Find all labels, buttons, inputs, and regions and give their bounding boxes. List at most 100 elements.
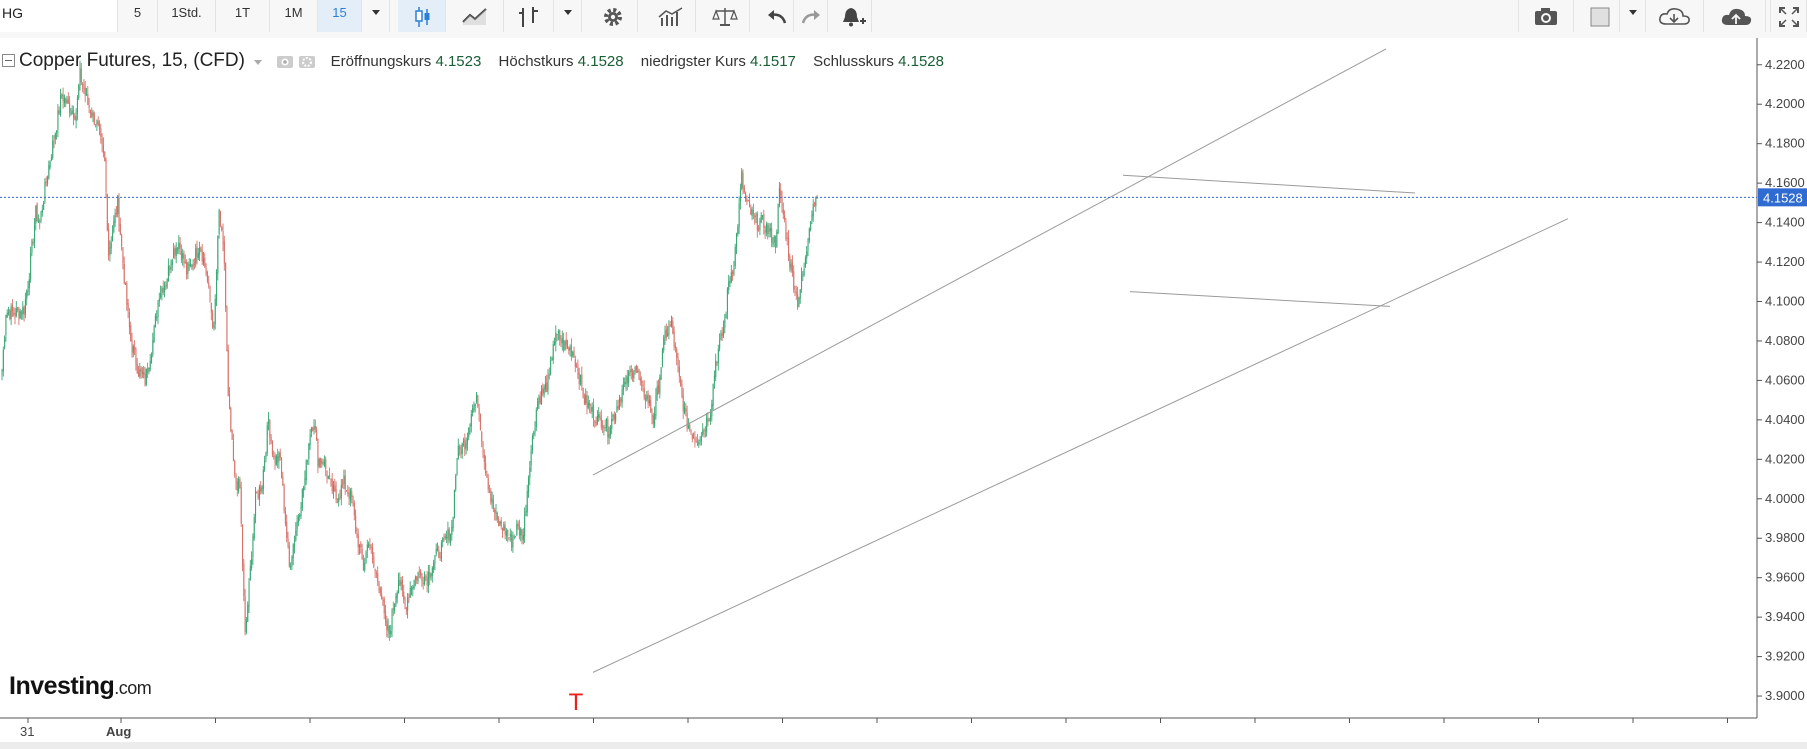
candle-body: [317, 438, 319, 467]
interval-1h-button[interactable]: 1Std.: [158, 0, 216, 32]
cloud-upload-button[interactable]: [1708, 0, 1766, 32]
candle-body: [693, 437, 695, 439]
candle: [378, 581, 380, 594]
candle-body: [450, 533, 452, 543]
alert-button[interactable]: [834, 0, 872, 32]
candle: [353, 500, 355, 521]
candle-body: [700, 436, 702, 441]
eye-icon[interactable]: [276, 54, 294, 70]
candle: [786, 232, 788, 246]
color-box-button[interactable]: [1580, 0, 1620, 32]
price-tick-label: 4.0400: [1765, 412, 1805, 427]
indicators-button[interactable]: [646, 0, 696, 32]
fullscreen-button[interactable]: [1770, 0, 1807, 32]
candle-body: [756, 213, 758, 231]
interval-5-button[interactable]: 5: [118, 0, 158, 32]
interval-dropdown-button[interactable]: [362, 0, 390, 32]
candle-body: [395, 596, 397, 606]
candle: [398, 572, 400, 594]
candle-body: [482, 442, 484, 454]
candle-body: [739, 188, 741, 202]
candle-body: [785, 221, 787, 239]
candle-body: [226, 306, 228, 351]
candle-body: [507, 529, 509, 537]
symbol-input[interactable]: HG: [0, 0, 118, 32]
price-chart[interactable]: 4.2200 4.2000 4.1800 4.1600 4.1400 4.1200 4.10…: [0, 38, 1807, 742]
interval-15-button[interactable]: 15: [318, 0, 362, 32]
candle: [138, 365, 140, 378]
candle-body: [242, 524, 244, 565]
candle: [277, 448, 279, 468]
collapse-legend-button[interactable]: [2, 53, 15, 67]
candle-body: [812, 204, 814, 217]
undo-button[interactable]: [760, 0, 794, 32]
candle: [812, 199, 814, 222]
candle: [287, 531, 289, 549]
color-dropdown[interactable]: [1620, 0, 1646, 32]
candle: [608, 426, 610, 445]
chevron-down-icon[interactable]: [252, 57, 264, 67]
candle: [201, 244, 203, 265]
candle: [227, 344, 229, 397]
candle-body: [742, 173, 744, 189]
candle: [327, 475, 329, 480]
candle: [104, 151, 106, 162]
candle: [197, 247, 199, 261]
candle: [204, 252, 206, 269]
candle: [755, 212, 757, 224]
candle-body: [710, 415, 712, 420]
candle-body: [314, 425, 316, 430]
candle-body: [676, 349, 678, 359]
line-chart-button[interactable]: [446, 0, 504, 32]
candle-body: [515, 536, 517, 538]
candle-body: [802, 274, 804, 276]
candle-body: [736, 233, 738, 247]
candle: [108, 223, 110, 261]
gear-icon[interactable]: [298, 54, 316, 70]
candlestick-button[interactable]: [398, 0, 446, 32]
candle: [496, 511, 498, 523]
screenshot-button[interactable]: [1518, 0, 1574, 32]
candle-body: [413, 580, 415, 589]
scrollbar-strip[interactable]: [0, 742, 1807, 749]
candle: [190, 258, 192, 268]
candle-body: [612, 414, 614, 417]
candle-body: [71, 110, 73, 114]
redo-button[interactable]: [794, 0, 828, 32]
candle-body: [754, 215, 756, 217]
candle: [136, 358, 138, 374]
candle: [296, 514, 298, 537]
candle: [694, 431, 696, 448]
candle: [573, 346, 575, 359]
candle-body: [197, 253, 199, 259]
candle-body: [147, 367, 149, 373]
instrument-title: Copper Futures, 15, (CFD): [19, 50, 245, 71]
candle: [266, 421, 268, 457]
bar-chart-button[interactable]: [504, 0, 554, 32]
candle-body: [654, 413, 656, 426]
candle-body: [442, 537, 444, 543]
candle-body: [199, 247, 201, 255]
chart-type-dropdown[interactable]: [554, 0, 582, 32]
candle-body: [702, 430, 704, 435]
settings-button[interactable]: [588, 0, 638, 32]
candle: [232, 433, 234, 462]
candle: [715, 353, 717, 381]
candle: [248, 578, 250, 613]
candle-body: [522, 535, 524, 541]
cloud-download-button[interactable]: [1646, 0, 1704, 32]
candle-body: [99, 122, 101, 130]
compare-button[interactable]: [700, 0, 750, 32]
candle-body: [182, 253, 184, 259]
interval-1m-button[interactable]: 1M: [270, 0, 318, 32]
candle-body: [66, 100, 68, 103]
candle: [317, 438, 319, 474]
gear-icon: [603, 8, 622, 26]
candle-body: [780, 190, 782, 196]
candle: [586, 390, 588, 415]
candle: [674, 342, 676, 353]
price-tick-label: 3.9800: [1765, 530, 1805, 545]
candle-body: [106, 193, 108, 231]
interval-1d-button[interactable]: 1T: [216, 0, 270, 32]
candle-body: [52, 140, 54, 158]
